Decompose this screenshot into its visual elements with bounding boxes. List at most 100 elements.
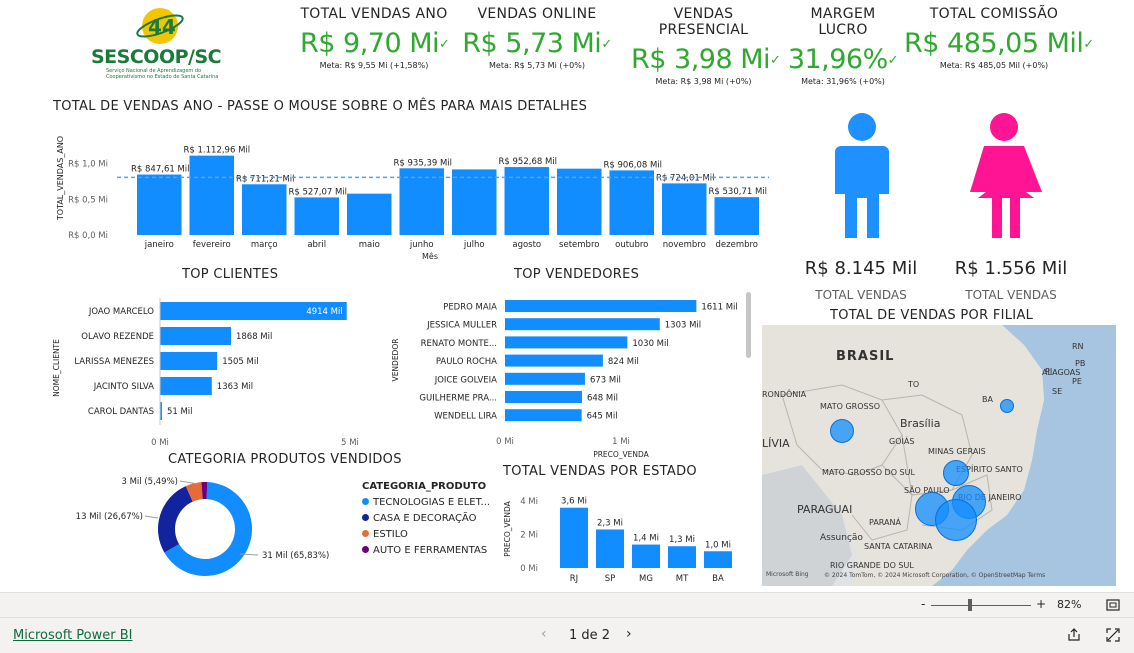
checkmark-icon: ✓ (1083, 37, 1094, 52)
top-sellers-chart[interactable]: VENDEDOR PEDRO MAIA 1611 Mil JESSICA MULLER… (385, 288, 755, 460)
month-bar[interactable] (189, 155, 235, 235)
top-clients-chart[interactable]: NOME_CLIENTE JOAO MARCELO 4914 Mil OLAVO RE… (50, 288, 390, 450)
category-donut-chart[interactable]: 31 Mil (65,83%) 13 Mil (26,67%) 3 Mil (5,4… (50, 470, 360, 585)
checkmark-icon: ✓ (601, 37, 612, 52)
month-label: julho (463, 240, 485, 250)
y-tick-label: R$ 0,0 Mi (68, 231, 108, 241)
seller-value: 645 Mil (587, 412, 618, 422)
y-axis-title: PRECO_VENDA (503, 500, 512, 556)
power-bi-link[interactable]: Microsoft Power BI (13, 628, 132, 643)
state-label: BA (712, 574, 724, 584)
kpi-card: VENDAS PRESENCIAL R$ 3,98 Mi✓ Meta: R$ 3,9… (631, 6, 781, 86)
seller-bar[interactable] (505, 300, 697, 312)
state-bar[interactable] (596, 529, 624, 568)
female-sales-label: TOTAL VENDAS (965, 288, 1057, 302)
kpi-meta: Meta: R$ 5,73 Mi (+0%) (489, 61, 585, 70)
month-bar[interactable] (399, 168, 445, 235)
seller-name: WENDELL LIRA (434, 412, 497, 422)
seller-bar[interactable] (505, 372, 585, 385)
state-bar[interactable] (668, 546, 696, 568)
month-bar[interactable] (347, 193, 392, 235)
map-bing-logo: Microsoft Bing (766, 571, 809, 578)
kpi-value: R$ 3,98 Mi✓ (631, 44, 781, 75)
state-bar[interactable] (704, 551, 732, 568)
month-data-label: R$ 530,71 Mil (709, 187, 768, 197)
share-icon[interactable] (1067, 628, 1081, 642)
seller-bar[interactable] (505, 354, 603, 367)
next-page-button[interactable]: › (626, 626, 632, 642)
state-label: MT (676, 574, 689, 584)
seller-value: 1030 Mil (632, 339, 668, 349)
month-bar[interactable] (662, 183, 707, 235)
leader-line (144, 515, 159, 519)
state-value: 1,4 Mi (633, 534, 659, 544)
monthly-sales-chart[interactable]: TOTAL_VENDAS_ANO R$ 1,0 Mi R$ 0,5 Mi R$ 0,0… (50, 118, 790, 266)
top-clients-title: TOP CLIENTES (182, 267, 279, 282)
gender-panel: R$ 8.145 Mil TOTAL VENDAS R$ 1.556 Mil T… (795, 108, 1075, 308)
legend-item[interactable]: TECNOLOGIAS E ELET... (362, 497, 502, 508)
donut-slice[interactable] (158, 486, 193, 553)
legend-dot (362, 514, 369, 521)
fit-to-page-icon[interactable] (1106, 599, 1120, 611)
prev-page-button[interactable]: ‹ (541, 626, 547, 642)
seller-bar[interactable] (505, 409, 582, 422)
y-axis-title: VENDEDOR (391, 339, 400, 382)
legend-item[interactable]: AUTO E FERRAMENTAS (362, 545, 502, 556)
map-bubble[interactable] (943, 460, 969, 486)
state-bar[interactable] (560, 507, 588, 568)
company-logo: 44 SESCOOP/SC Serviço Nacional de Aprend… (88, 2, 238, 82)
client-bar[interactable] (160, 377, 212, 395)
month-bar[interactable] (294, 197, 340, 235)
month-label: abril (307, 240, 326, 250)
month-bar[interactable] (557, 168, 602, 235)
month-bar[interactable] (452, 169, 497, 235)
client-name: JACINTO SILVA (93, 382, 154, 392)
client-bar[interactable] (160, 327, 231, 345)
map-label: Assunção (820, 533, 863, 543)
seller-bar[interactable] (505, 391, 582, 403)
x-axis-title: PRECO_VENDA (593, 450, 649, 459)
seller-value: 1303 Mil (665, 321, 701, 331)
map-label: PARAGUAI (797, 503, 853, 516)
month-bar[interactable] (609, 170, 655, 235)
month-bar[interactable] (714, 197, 760, 235)
map-label: SANTA CATARINA (864, 542, 933, 551)
client-name: JOAO MARCELO (88, 307, 154, 317)
logo-text: SESCOOP/SC (91, 46, 222, 68)
map-bubble[interactable] (935, 499, 977, 541)
top-sellers-title: TOP VENDEDORES (514, 267, 640, 282)
kpi-meta: Meta: 31,96% (+0%) (801, 77, 885, 86)
branch-sales-map[interactable]: BRASIL PI RN PB PE ALAGOAS SE TO RONDÔNIA MATO GR… (762, 325, 1116, 586)
month-data-label: R$ 935,39 Mil (394, 158, 453, 168)
month-label: setembro (559, 240, 599, 250)
zoom-level: 82% (1057, 598, 1082, 611)
fullscreen-icon[interactable] (1106, 628, 1120, 642)
kpi-value: R$ 485,05 Mil✓ (904, 28, 1094, 59)
client-bar[interactable] (160, 352, 218, 370)
month-bar[interactable] (242, 184, 287, 235)
kpi-card: VENDAS ONLINE R$ 5,73 Mi✓ Meta: R$ 5,73 Mi… (462, 6, 612, 70)
seller-bar[interactable] (505, 336, 628, 349)
sellers-scrollbar[interactable] (746, 292, 751, 358)
legend-item[interactable]: ESTILO (362, 529, 502, 540)
seller-value: 648 Mil (587, 394, 618, 404)
seller-bar[interactable] (505, 318, 660, 331)
kpi-title: TOTAL VENDAS ANO (300, 6, 448, 22)
female-sales-value: R$ 1.556 Mil (954, 258, 1068, 279)
map-bubble[interactable] (1000, 399, 1014, 413)
map-label: Brasília (900, 417, 941, 430)
zoom-in-button[interactable]: + (1036, 597, 1046, 611)
zoom-slider-track[interactable] (931, 605, 1031, 606)
zoom-out-button[interactable]: - (921, 597, 925, 611)
map-attribution[interactable]: © 2024 TomTom, © 2024 Microsoft Corporat… (824, 572, 1045, 579)
checkmark-icon: ✓ (439, 37, 450, 52)
state-bar[interactable] (632, 544, 660, 568)
zoom-bar: - + 82% (0, 592, 1134, 618)
map-bubble[interactable] (830, 419, 854, 443)
month-bar[interactable] (137, 174, 182, 235)
states-sales-chart[interactable]: PRECO_VENDA 4 Mi 2 Mi 0 Mi RJ 3,6 Mi SP 2,3 Mi M… (498, 484, 758, 588)
zoom-slider-thumb[interactable] (968, 599, 972, 611)
legend-item[interactable]: CASA E DECORAÇÃO (362, 513, 502, 524)
client-value: 4914 Mil (306, 307, 342, 317)
legend-title: CATEGORIA_PRODUTO (362, 481, 487, 492)
